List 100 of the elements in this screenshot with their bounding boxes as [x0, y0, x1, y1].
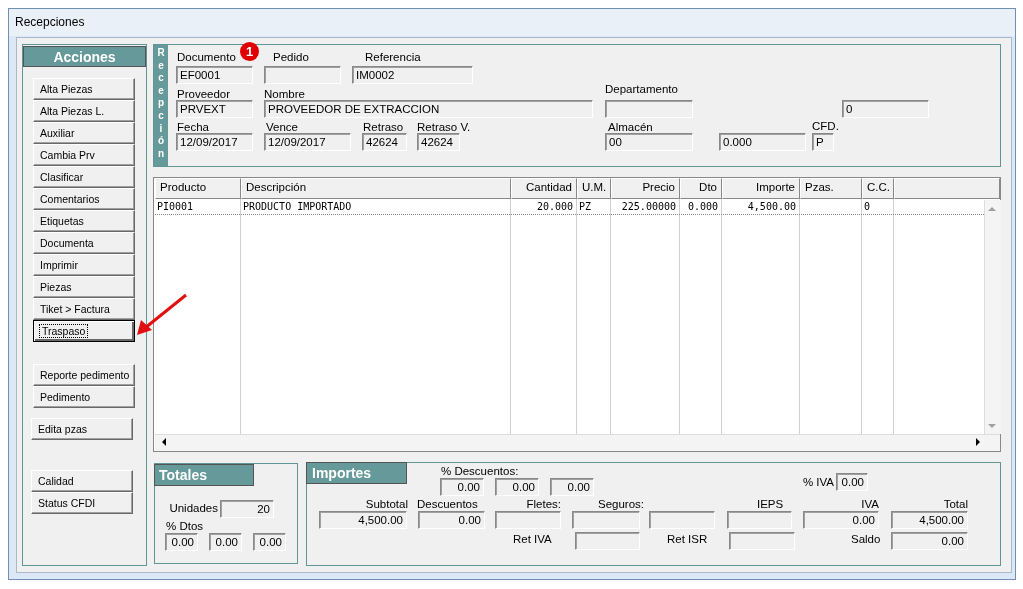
text-field[interactable]: 0.00: [209, 533, 242, 551]
action-button[interactable]: Documenta: [33, 232, 135, 254]
column-header[interactable]: Precio: [611, 178, 680, 199]
field-label: % IVA: [802, 476, 834, 489]
column-header[interactable]: C.C.: [862, 178, 894, 199]
action-button[interactable]: Alta Piezas: [33, 78, 135, 100]
column-header[interactable]: Descripción: [241, 178, 511, 199]
field-label: Subtotal: [365, 498, 408, 511]
field-label: Referencia: [365, 51, 421, 64]
field-label: Retraso: [363, 121, 404, 134]
text-field[interactable]: 0.00: [836, 473, 868, 491]
window-title: Recepciones: [15, 15, 85, 29]
vertical-scrollbar[interactable]: [984, 200, 1001, 434]
table-cell-text: 20.000: [535, 201, 573, 213]
field-label: Descuentos: [417, 498, 478, 511]
table-cell-text: 4,500.00: [746, 201, 796, 213]
text-field[interactable]: 12/09/2017: [176, 133, 253, 151]
text-field[interactable]: 0.00: [418, 511, 485, 529]
text-field[interactable]: 0.00: [550, 478, 594, 496]
text-field[interactable]: 0.00: [165, 533, 198, 551]
action-button[interactable]: Piezas: [33, 276, 135, 298]
text-field[interactable]: 42624: [362, 133, 407, 151]
text-field[interactable]: [729, 532, 795, 550]
side-label: Recepción: [154, 45, 168, 166]
field-label: Vence: [266, 121, 298, 134]
text-field[interactable]: [605, 100, 693, 118]
field-label: Documento: [177, 51, 236, 64]
action-button[interactable]: Auxiliar: [33, 122, 135, 144]
text-field[interactable]: 0.00: [495, 478, 539, 496]
field-label: CFD.: [812, 120, 839, 133]
action-button[interactable]: Tiket > Factura: [33, 298, 135, 320]
column-header[interactable]: U.M.: [577, 178, 611, 199]
column-header[interactable]: Cantidad: [511, 178, 577, 199]
text-field[interactable]: 0.00: [803, 511, 879, 529]
field-label: Saldo: [851, 533, 881, 546]
text-field[interactable]: EF0001: [176, 66, 253, 84]
panel-header: Importes: [306, 462, 407, 484]
table-cell-text: 0: [864, 201, 872, 213]
table-cell-text: PZ: [579, 201, 593, 213]
panel-header: Acciones: [23, 46, 146, 67]
text-field[interactable]: [264, 66, 341, 84]
field-label: % Dtos: [166, 520, 204, 533]
text-field[interactable]: 0.00: [891, 532, 968, 550]
action-button[interactable]: Comentarios: [33, 188, 135, 210]
table-cell-text: PI0001: [157, 201, 195, 213]
text-field[interactable]: [495, 511, 561, 529]
column-header[interactable]: Producto: [155, 178, 241, 199]
table-cell-text: 225.00000: [620, 201, 676, 213]
field-label: Seguros:: [598, 498, 645, 511]
field-label: Departamento: [605, 83, 678, 96]
text-field[interactable]: 0.00: [253, 533, 286, 551]
text-field[interactable]: 4,500.00: [319, 511, 407, 529]
field-label: Fletes:: [526, 498, 561, 511]
field-label: Pedido: [273, 51, 309, 64]
column-header[interactable]: Importe: [722, 178, 800, 199]
action-button[interactable]: Etiquetas: [33, 210, 135, 232]
action-button[interactable]: Reporte pedimento: [33, 364, 135, 386]
field-label: % Descuentos:: [441, 465, 519, 478]
table-cell-text: PRODUCTO IMPORTADO: [243, 201, 353, 213]
panel-header: Totales: [154, 464, 254, 486]
field-label: Unidades: [169, 502, 218, 515]
text-field[interactable]: 00: [605, 133, 693, 151]
text-field[interactable]: 0: [842, 100, 929, 118]
text-field[interactable]: P: [812, 133, 834, 151]
field-label: Ret IVA: [513, 533, 552, 546]
text-field[interactable]: 4,500.00: [891, 511, 968, 529]
action-button[interactable]: Traspaso: [33, 320, 135, 342]
text-field[interactable]: PRVEXT: [176, 100, 253, 118]
text-field[interactable]: [572, 511, 640, 529]
text-field[interactable]: [727, 511, 792, 529]
field-label: Ret ISR: [667, 533, 708, 546]
text-field[interactable]: 0.00: [440, 478, 484, 496]
action-button[interactable]: Status CFDI: [31, 492, 133, 514]
field-label: Proveedor: [177, 88, 231, 101]
action-button[interactable]: Pedimento: [33, 386, 135, 408]
action-button[interactable]: Edita pzas: [31, 418, 133, 440]
field-label: Nombre: [264, 88, 305, 101]
arrow-icon: [137, 293, 187, 335]
text-field[interactable]: 20: [220, 500, 274, 518]
action-button[interactable]: Calidad: [31, 470, 133, 492]
column-header[interactable]: Dto: [680, 178, 722, 199]
text-field[interactable]: [575, 532, 640, 550]
action-button[interactable]: Imprimir: [33, 254, 135, 276]
action-button[interactable]: Alta Piezas L.: [33, 100, 135, 122]
field-label: Fecha: [177, 121, 209, 134]
text-field[interactable]: IM0002: [352, 66, 473, 84]
text-field[interactable]: 12/09/2017: [264, 133, 351, 151]
table-cell-text: 0.000: [686, 201, 718, 213]
field-label: IEPS: [757, 498, 784, 511]
text-field[interactable]: 0.000: [719, 133, 806, 151]
column-header[interactable]: Pzas.: [800, 178, 862, 199]
text-field[interactable]: PROVEEDOR DE EXTRACCION: [264, 100, 593, 118]
field-label: Retraso V.: [417, 121, 471, 134]
text-field[interactable]: 42624: [417, 133, 460, 151]
field-label: IVA: [861, 498, 879, 511]
action-button[interactable]: Clasificar: [33, 166, 135, 188]
field-label: Almacén: [608, 121, 653, 134]
text-field[interactable]: [649, 511, 715, 529]
field-label: Total: [943, 498, 968, 511]
action-button[interactable]: Cambia Prv: [33, 144, 135, 166]
